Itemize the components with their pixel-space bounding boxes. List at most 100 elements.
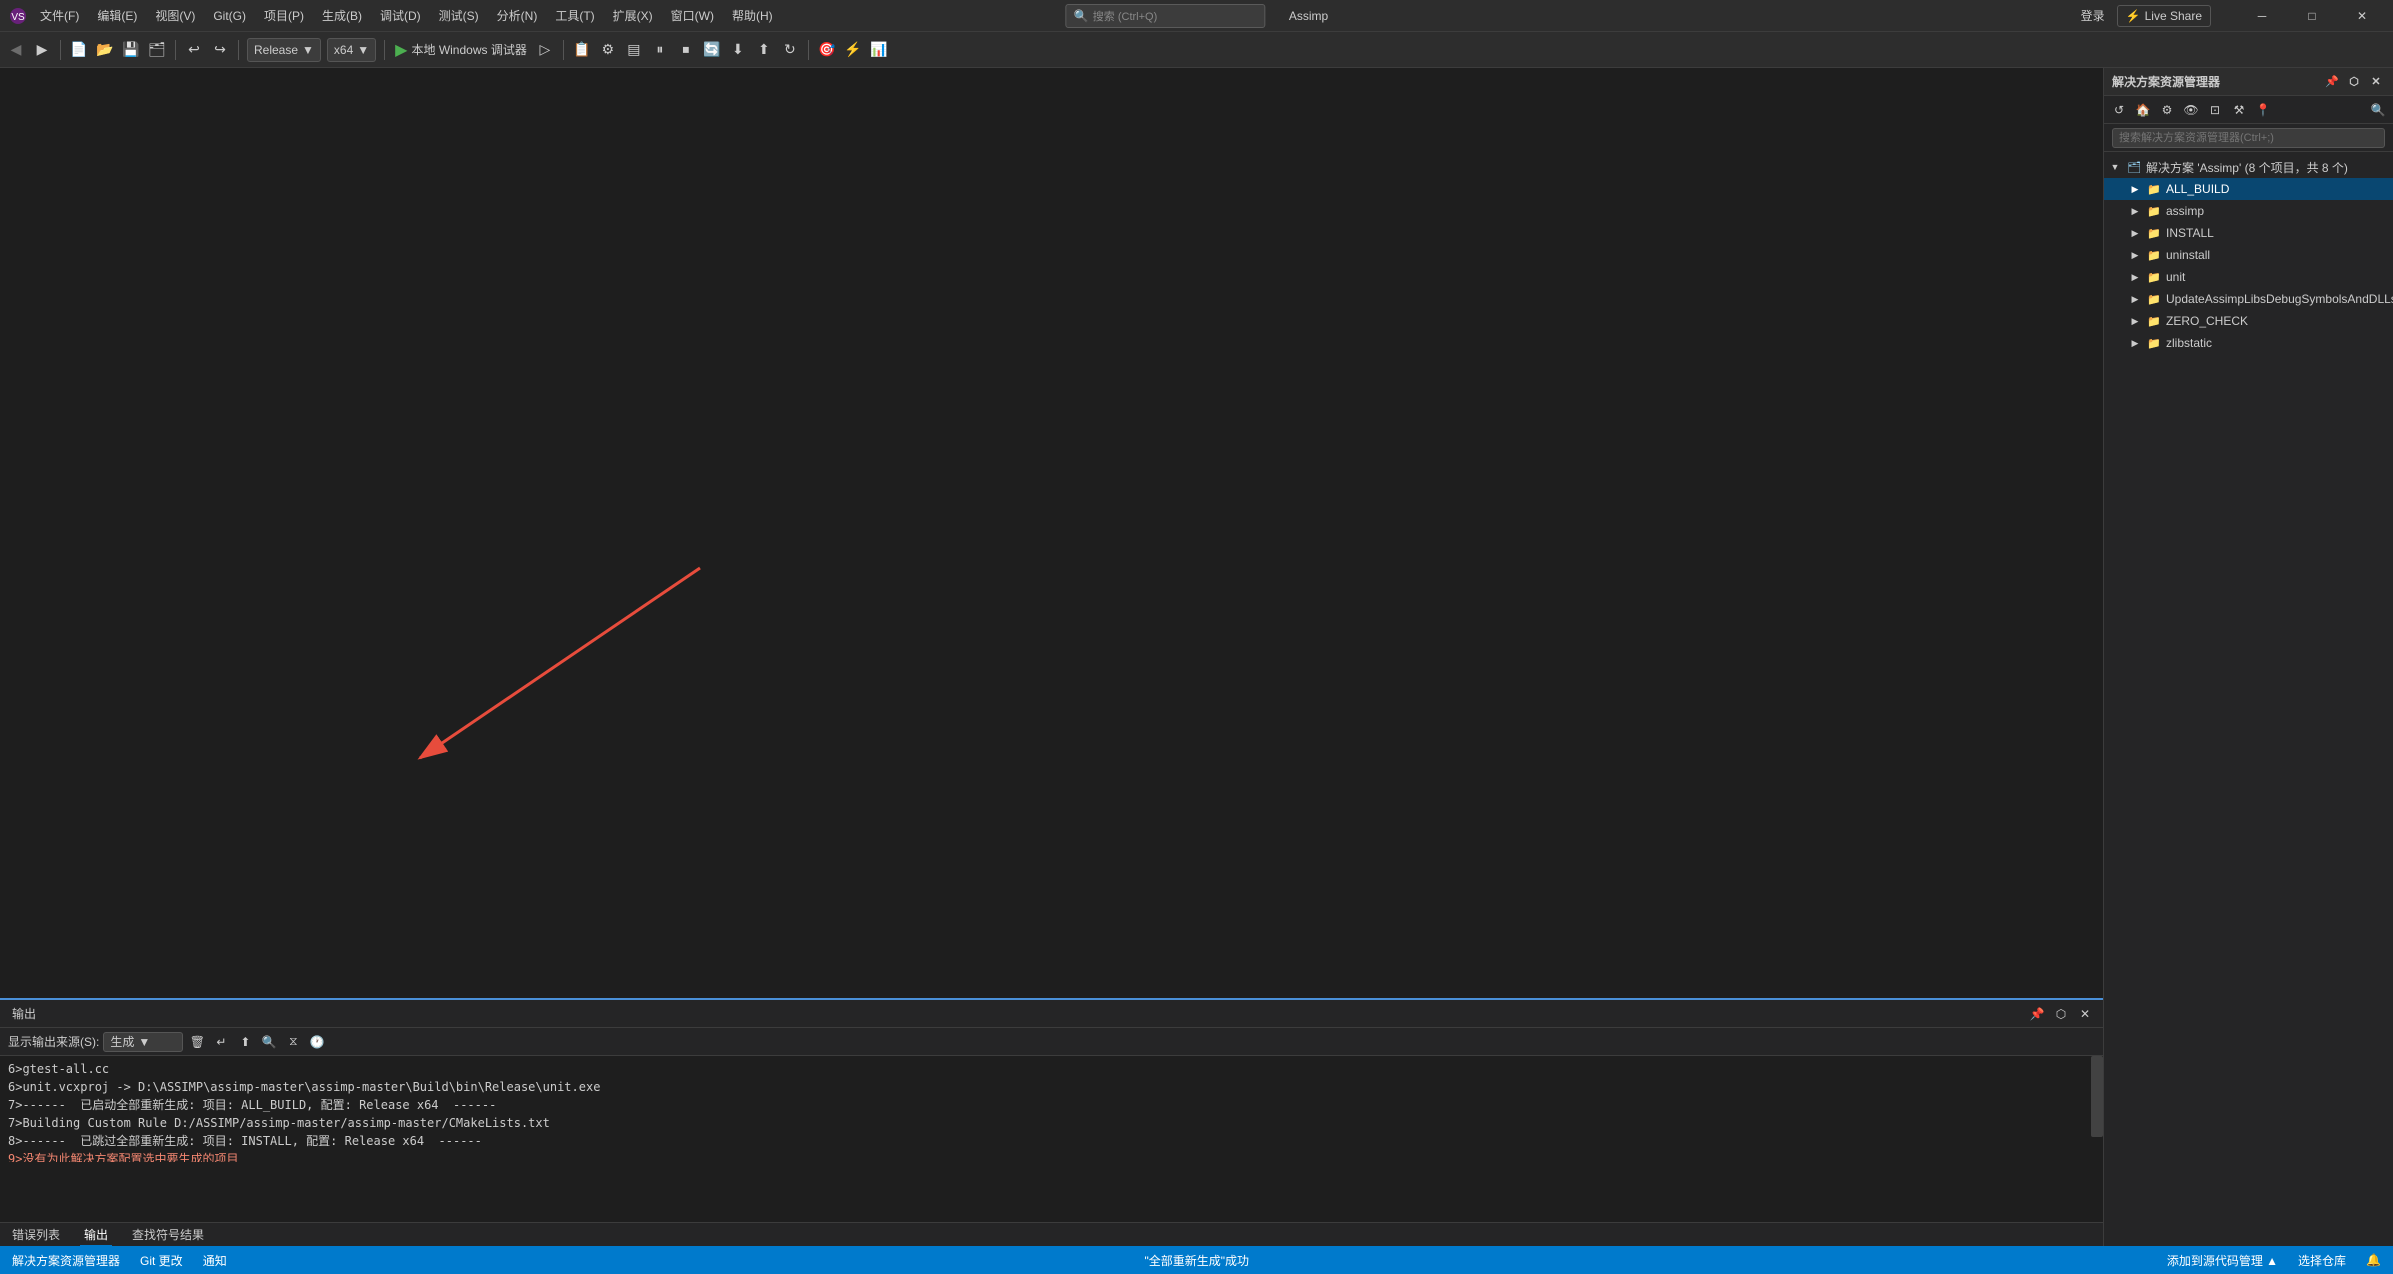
menu-view[interactable]: 视图(V) bbox=[147, 3, 203, 28]
tree-item-allbuild[interactable]: ▶ 📁 ALL_BUILD bbox=[2104, 178, 2393, 200]
collapse-button[interactable]: ⊡ bbox=[2204, 99, 2226, 121]
toolbar-btn-9[interactable]: 🔄 bbox=[700, 38, 724, 62]
filter-tb-button[interactable]: ⚙ bbox=[2156, 99, 2178, 121]
configuration-dropdown[interactable]: Release ▼ bbox=[247, 38, 321, 62]
updateassimp-label: UpdateAssimpLibsDebugSymbolsAndDLLs bbox=[2166, 292, 2393, 306]
add-source-control[interactable]: 添加到源代码管理 ▲ bbox=[2163, 1252, 2282, 1269]
pin-tb-button[interactable]: 📍 bbox=[2252, 99, 2274, 121]
status-solution-explorer[interactable]: 解决方案资源管理器 bbox=[8, 1252, 124, 1269]
toolbar-btn-10[interactable]: ⬇ bbox=[726, 38, 750, 62]
bell-icon[interactable]: 🔔 bbox=[2362, 1253, 2385, 1267]
tree-item-uninstall[interactable]: ▶ 📁 uninstall bbox=[2104, 244, 2393, 266]
toolbar-btn-14[interactable]: ⚡ bbox=[841, 38, 865, 62]
output-tab[interactable]: 输出 bbox=[8, 1005, 40, 1022]
menu-window[interactable]: 窗口(W) bbox=[663, 3, 722, 28]
platform-dropdown[interactable]: x64 ▼ bbox=[327, 38, 376, 62]
save-all-button[interactable]: 🗂 bbox=[145, 38, 169, 62]
menu-git[interactable]: Git(G) bbox=[205, 5, 254, 27]
toolbar-btn-11[interactable]: ⬆ bbox=[752, 38, 776, 62]
back-button[interactable]: ◀ bbox=[4, 38, 28, 62]
output-line-error: 9>没有为此解决方案配置选中要生成的项目 bbox=[8, 1150, 2095, 1162]
menu-edit[interactable]: 编辑(E) bbox=[89, 3, 145, 28]
separator-5 bbox=[563, 40, 564, 60]
search-sidebar-button[interactable]: 🔍 bbox=[2367, 99, 2389, 121]
run-button[interactable]: ▶ 本地 Windows 调试器 bbox=[391, 40, 531, 60]
open-file-button[interactable]: 📂 bbox=[93, 38, 117, 62]
undo-button[interactable]: ↩ bbox=[182, 38, 206, 62]
pin-button[interactable]: 📌 bbox=[2027, 1004, 2047, 1024]
clock-button[interactable]: 🕐 bbox=[307, 1032, 327, 1052]
home-button[interactable]: 🏠 bbox=[2132, 99, 2154, 121]
show-all-button[interactable]: 👁 bbox=[2180, 99, 2202, 121]
wrap-output-button[interactable]: ↵ bbox=[211, 1032, 231, 1052]
toolbar-btn-15[interactable]: 📊 bbox=[867, 38, 891, 62]
sidebar-header: 解决方案资源管理器 📌 ⬡ ✕ bbox=[2104, 68, 2393, 96]
continue-button[interactable]: ▷ bbox=[533, 38, 557, 62]
toolbar-btn-7[interactable]: ⏸ bbox=[648, 38, 672, 62]
toolbar-btn-8[interactable]: ⏹ bbox=[674, 38, 698, 62]
sidebar: 解决方案资源管理器 📌 ⬡ ✕ ↺ 🏠 ⚙ 👁 ⊡ ⚒ 📍 🔍 bbox=[2103, 68, 2393, 1246]
output-scrollbar-thumb[interactable] bbox=[2091, 1056, 2103, 1137]
tree-item-assimp[interactable]: ▶ 📁 assimp bbox=[2104, 200, 2393, 222]
find-symbols-tab[interactable]: 查找符号结果 bbox=[128, 1224, 208, 1245]
minimize-button[interactable]: ─ bbox=[2239, 0, 2285, 32]
search-box[interactable]: 🔍 搜索 (Ctrl+Q) bbox=[1065, 4, 1265, 28]
bottom-tabs-bar: 错误列表 输出 查找符号结果 bbox=[0, 1222, 2103, 1246]
sync-button[interactable]: ↺ bbox=[2108, 99, 2130, 121]
scroll-lock-button[interactable]: ⬆ bbox=[235, 1032, 255, 1052]
clear-output-button[interactable]: 🗑 bbox=[187, 1032, 207, 1052]
properties-button[interactable]: ⚙ bbox=[596, 38, 620, 62]
config-value: Release bbox=[254, 43, 298, 57]
forward-button[interactable]: ▶ bbox=[30, 38, 54, 62]
menu-debug[interactable]: 调试(D) bbox=[372, 3, 429, 28]
select-repo[interactable]: 选择仓库 bbox=[2294, 1252, 2350, 1269]
output-content[interactable]: 6>gtest-all.cc 6>unit.vcxproj -> D:\ASSI… bbox=[0, 1056, 2103, 1162]
sidebar-search-input[interactable] bbox=[2112, 128, 2385, 148]
output-line-4: 7>Building Custom Rule D:/ASSIMP/assimp-… bbox=[8, 1114, 2095, 1132]
menu-build[interactable]: 生成(B) bbox=[314, 3, 370, 28]
status-notifications[interactable]: 通知 bbox=[199, 1252, 231, 1269]
code-editor[interactable] bbox=[0, 68, 2103, 996]
status-git-changes[interactable]: Git 更改 bbox=[136, 1252, 187, 1269]
tree-item-install[interactable]: ▶ 📁 INSTALL bbox=[2104, 222, 2393, 244]
toolbar-btn-12[interactable]: ↻ bbox=[778, 38, 802, 62]
live-share-icon: ⚡ bbox=[2126, 9, 2141, 23]
new-file-button[interactable]: 📄 bbox=[67, 38, 91, 62]
output-scrollbar-track[interactable] bbox=[2091, 1056, 2103, 1218]
output-content-wrapper: 6>gtest-all.cc 6>unit.vcxproj -> D:\ASSI… bbox=[0, 1056, 2103, 1218]
login-label[interactable]: 登录 bbox=[2081, 7, 2105, 24]
close-panel-button[interactable]: ✕ bbox=[2075, 1004, 2095, 1024]
close-button[interactable]: ✕ bbox=[2339, 0, 2385, 32]
menu-analyze[interactable]: 分析(N) bbox=[489, 3, 546, 28]
menu-extensions[interactable]: 扩展(X) bbox=[605, 3, 661, 28]
float-button[interactable]: ⬡ bbox=[2051, 1004, 2071, 1024]
output-tab-bottom[interactable]: 输出 bbox=[80, 1224, 112, 1246]
live-share-button[interactable]: ⚡ Live Share bbox=[2117, 5, 2211, 27]
sidebar-pin-button[interactable]: 📌 bbox=[2323, 73, 2341, 91]
search-icon: 🔍 bbox=[1074, 9, 1089, 23]
menu-tools[interactable]: 工具(T) bbox=[547, 3, 602, 28]
find-button[interactable]: 🔍 bbox=[259, 1032, 279, 1052]
menu-test[interactable]: 测试(S) bbox=[431, 3, 487, 28]
solution-explorer-button[interactable]: 📋 bbox=[570, 38, 594, 62]
error-list-tab[interactable]: 错误列表 bbox=[8, 1224, 64, 1245]
source-dropdown[interactable]: 生成 ▼ bbox=[103, 1032, 183, 1052]
solution-root-item[interactable]: ▼ 🗂 解决方案 'Assimp' (8 个项目，共 8 个) bbox=[2104, 156, 2393, 178]
unit-expand-icon: ▶ bbox=[2128, 270, 2142, 284]
save-button[interactable]: 💾 bbox=[119, 38, 143, 62]
tree-item-unit[interactable]: ▶ 📁 unit bbox=[2104, 266, 2393, 288]
sidebar-float-button[interactable]: ⬡ bbox=[2345, 73, 2363, 91]
menu-file[interactable]: 文件(F) bbox=[32, 3, 87, 28]
tree-item-zlibstatic[interactable]: ▶ 📁 zlibstatic bbox=[2104, 332, 2393, 354]
tree-item-zerocheck[interactable]: ▶ 📁 ZERO_CHECK bbox=[2104, 310, 2393, 332]
tree-item-updateassimp[interactable]: ▶ 📁 UpdateAssimpLibsDebugSymbolsAndDLLs bbox=[2104, 288, 2393, 310]
menu-help[interactable]: 帮助(H) bbox=[724, 3, 781, 28]
maximize-button[interactable]: □ bbox=[2289, 0, 2335, 32]
properties-tb-button[interactable]: ⚒ bbox=[2228, 99, 2250, 121]
toolbar-btn-6[interactable]: ▤ bbox=[622, 38, 646, 62]
filter-button[interactable]: ⧖ bbox=[283, 1032, 303, 1052]
menu-project[interactable]: 项目(P) bbox=[256, 3, 312, 28]
toolbar-btn-13[interactable]: 🎯 bbox=[815, 38, 839, 62]
sidebar-close-button[interactable]: ✕ bbox=[2367, 73, 2385, 91]
redo-button[interactable]: ↪ bbox=[208, 38, 232, 62]
